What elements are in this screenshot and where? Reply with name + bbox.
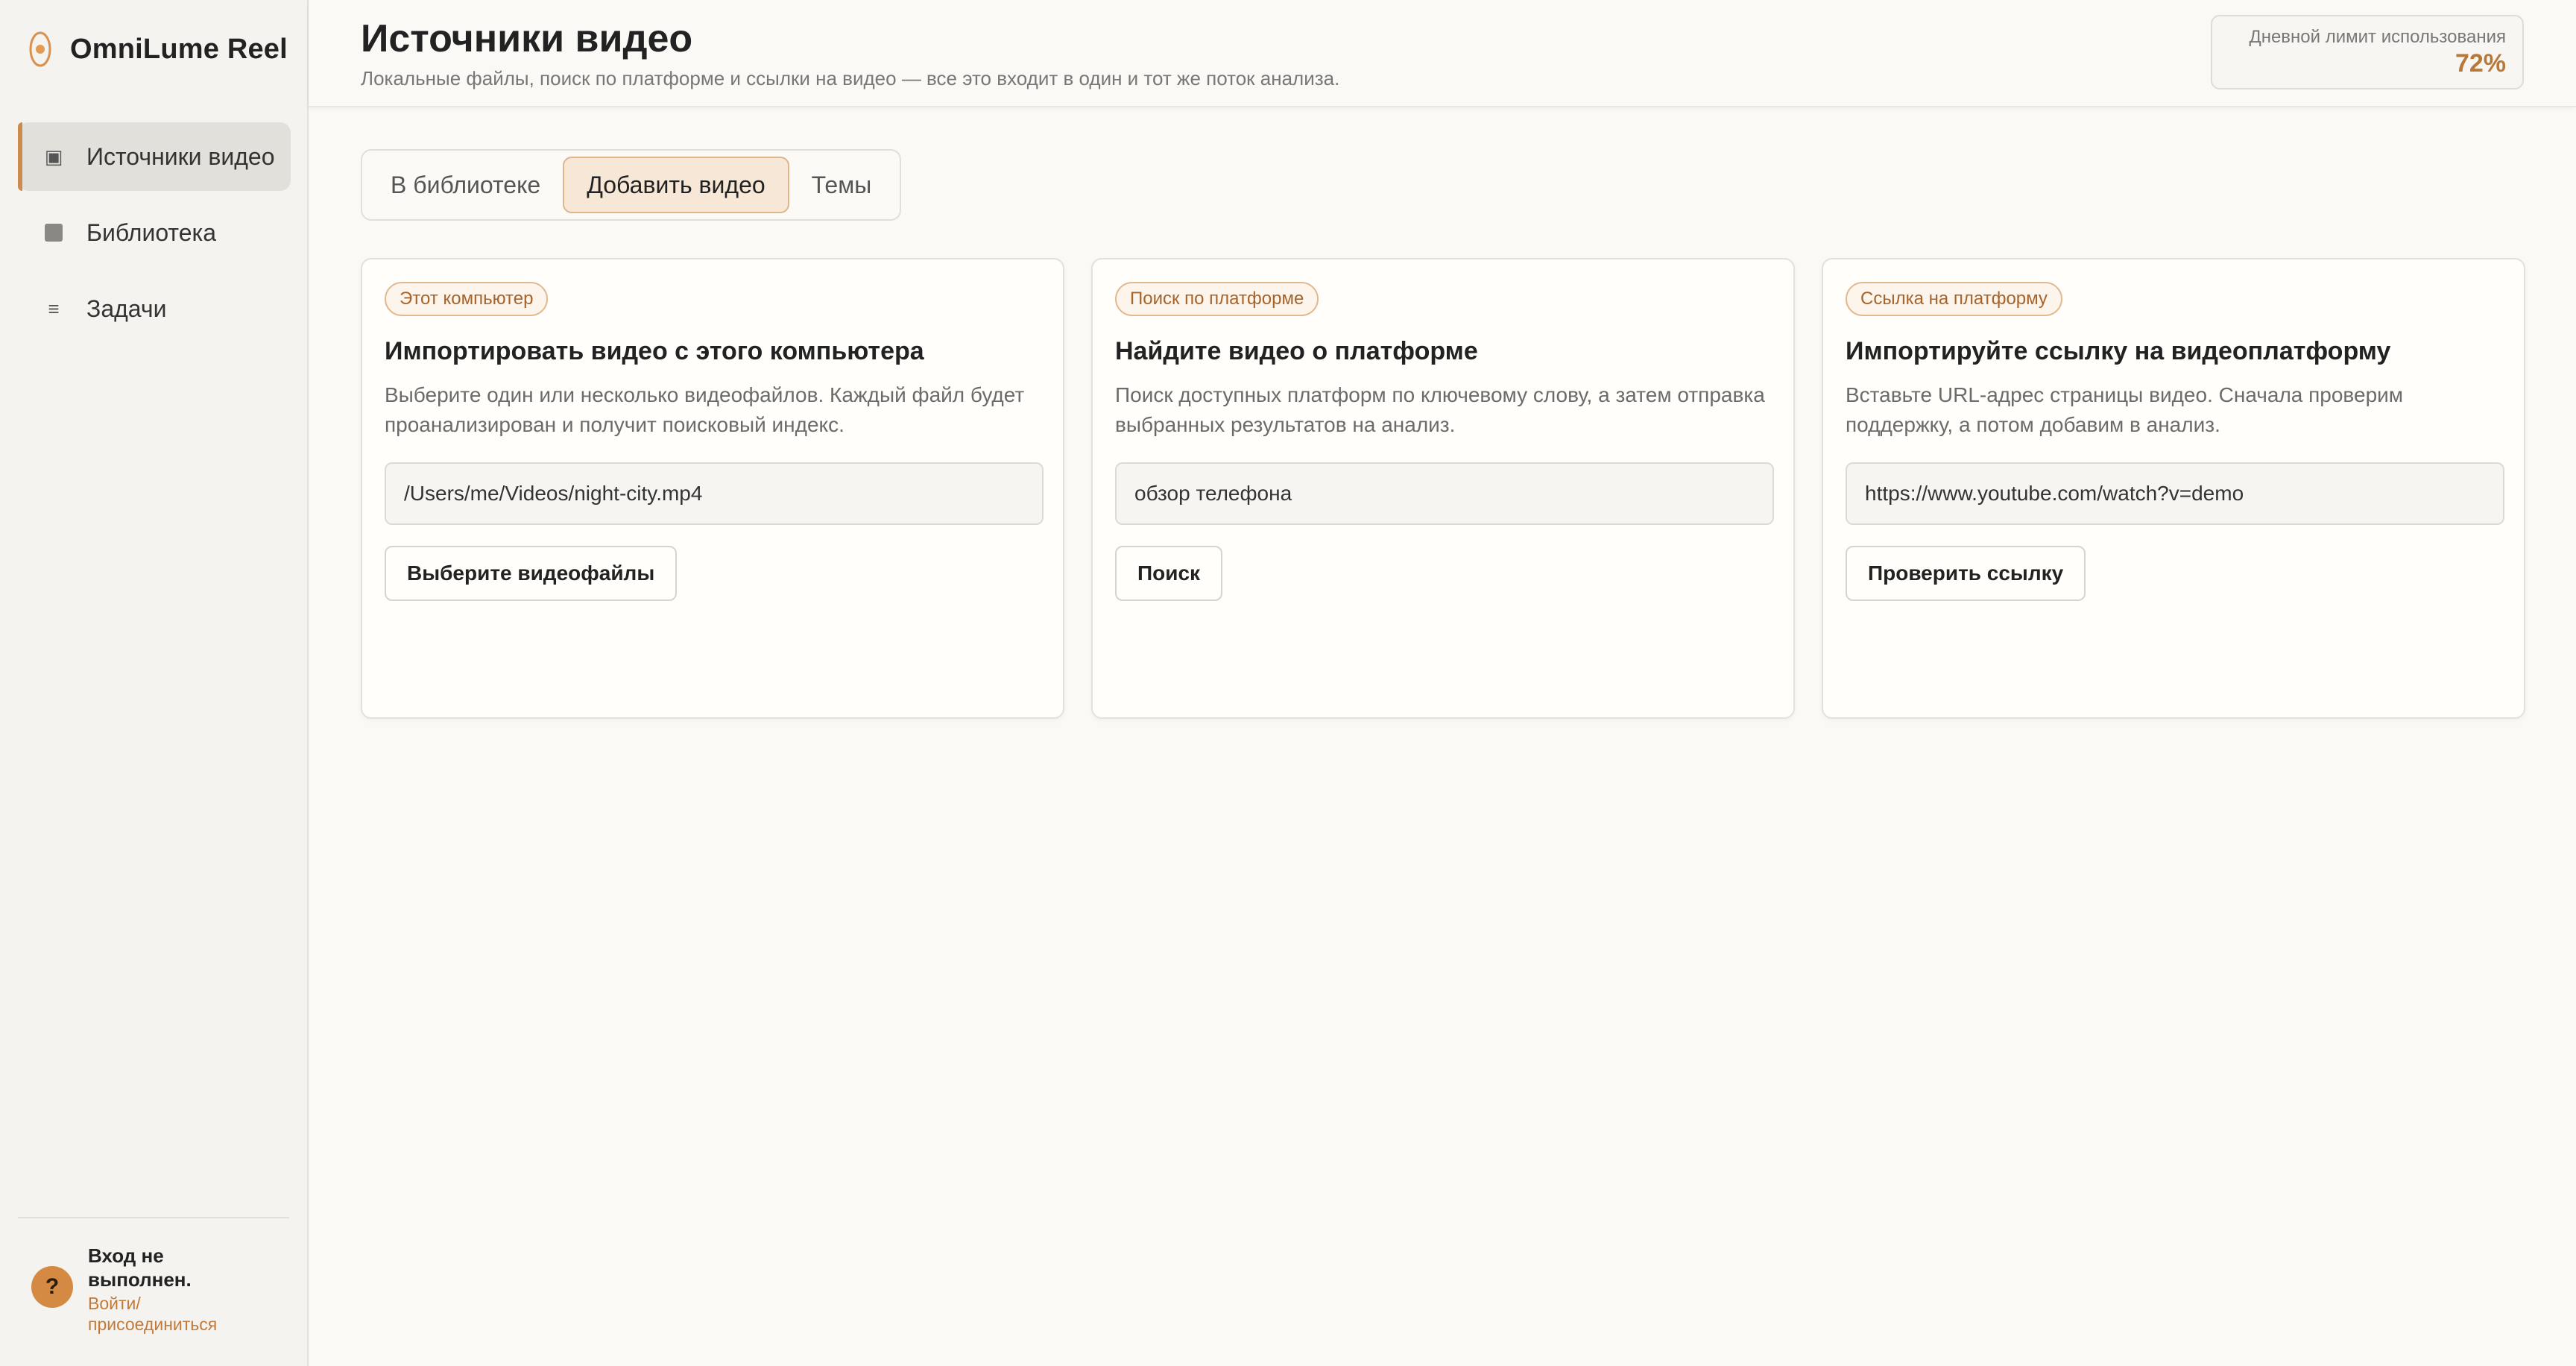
card-description: Выберите один или несколько видеофайлов.…	[385, 383, 1025, 436]
sidebar-item-library[interactable]: Библиотека	[18, 198, 291, 267]
sidebar-item-video-sources[interactable]: ▣ Источники видео	[18, 122, 291, 191]
card-description: Вставьте URL-адрес страницы видео. Снача…	[1846, 383, 2404, 436]
sidebar: OmniLume Reel ▣ Источники видео Библиоте…	[0, 0, 309, 1366]
account-panel: ? Вход не выполнен. Войти/ присоединитьс…	[31, 1244, 259, 1335]
sidebar-item-label: Источники видео	[86, 143, 275, 170]
card-badge: Ссылка на платформу	[1846, 282, 2062, 316]
search-input[interactable]	[1115, 462, 1774, 525]
page-subtitle: Локальные файлы, поиск по платформе и сс…	[361, 67, 1340, 89]
usage-limit-widget: Дневной лимит использования 72%	[2211, 15, 2524, 89]
brand: OmniLume Reel	[28, 30, 288, 69]
app-name: OmniLume Reel	[70, 33, 288, 65]
library-icon	[45, 224, 63, 242]
check-link-button[interactable]: Проверить ссылку	[1846, 546, 2086, 601]
tab-in-library[interactable]: В библиотеке	[368, 157, 563, 213]
usage-limit-label: Дневной лимит использования	[2249, 27, 2506, 47]
account-status: Вход не выполнен.	[88, 1244, 192, 1291]
tab-topics[interactable]: Темы	[789, 157, 894, 213]
card-title: Найдите видео о платформе	[1115, 337, 1478, 365]
usage-limit-value: 72%	[2455, 49, 2506, 78]
card-badge: Поиск по платформе	[1115, 282, 1319, 316]
tab-add-video[interactable]: Добавить видео	[563, 157, 789, 213]
local-import-card: Этот компьютер Импортировать видео с это…	[361, 258, 1064, 719]
url-input[interactable]	[1846, 462, 2504, 525]
page-header: Источники видео Локальные файлы, поиск п…	[309, 0, 2576, 107]
card-title: Импортировать видео с этого компьютера	[385, 337, 924, 365]
page-title: Источники видео	[361, 17, 693, 60]
account-text: Вход не выполнен. Войти/ присоединиться	[88, 1244, 259, 1335]
card-title: Импортируйте ссылку на видеоплатформу	[1846, 337, 2391, 365]
sidebar-divider	[18, 1217, 289, 1218]
tasks-icon: ≡	[48, 297, 60, 320]
omnilume-logo-icon	[28, 30, 52, 69]
sidebar-item-label: Задачи	[86, 295, 167, 322]
platform-link-card: Ссылка на платформу Импортируйте ссылку …	[1822, 258, 2525, 719]
search-button[interactable]: Поиск	[1115, 546, 1223, 601]
sidebar-item-tasks[interactable]: ≡ Задачи	[18, 274, 291, 343]
file-path-input[interactable]	[385, 462, 1044, 525]
login-link[interactable]: Войти/ присоединиться	[88, 1293, 259, 1335]
platform-search-card: Поиск по платформе Найдите видео о платф…	[1091, 258, 1795, 719]
tabs: В библиотеке Добавить видео Темы	[361, 149, 902, 221]
sidebar-nav: ▣ Источники видео Библиотека ≡ Задачи	[18, 122, 291, 350]
card-badge: Этот компьютер	[385, 282, 549, 316]
choose-files-button[interactable]: Выберите видеофайлы	[385, 546, 678, 601]
video-source-icon: ▣	[44, 145, 63, 168]
card-description: Поиск доступных платформ по ключевому сл…	[1115, 383, 1765, 436]
avatar[interactable]: ?	[31, 1266, 73, 1308]
sidebar-item-label: Библиотека	[86, 219, 216, 246]
